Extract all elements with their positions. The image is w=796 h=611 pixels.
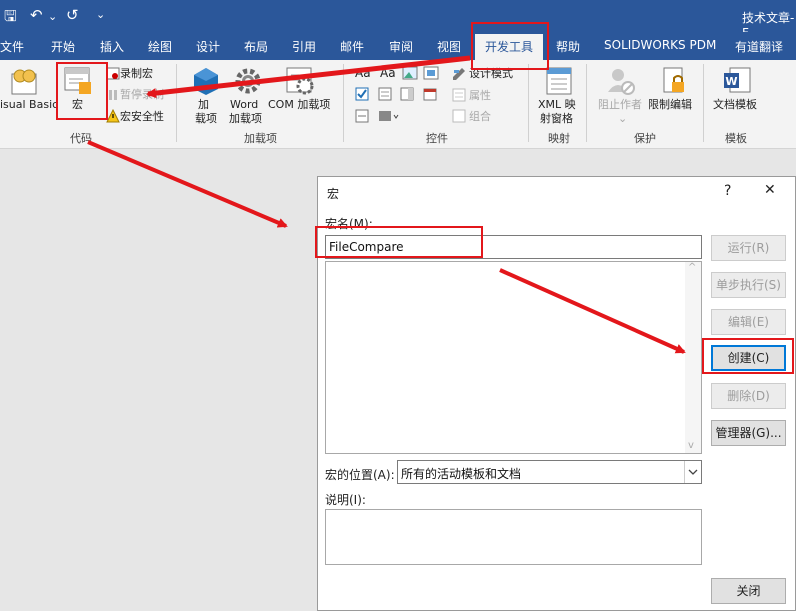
arrow-to-macros bbox=[146, 55, 471, 99]
annotation-arrows bbox=[87, 55, 686, 354]
arrow-to-dialog bbox=[87, 140, 288, 228]
arrow-to-create bbox=[499, 268, 686, 354]
